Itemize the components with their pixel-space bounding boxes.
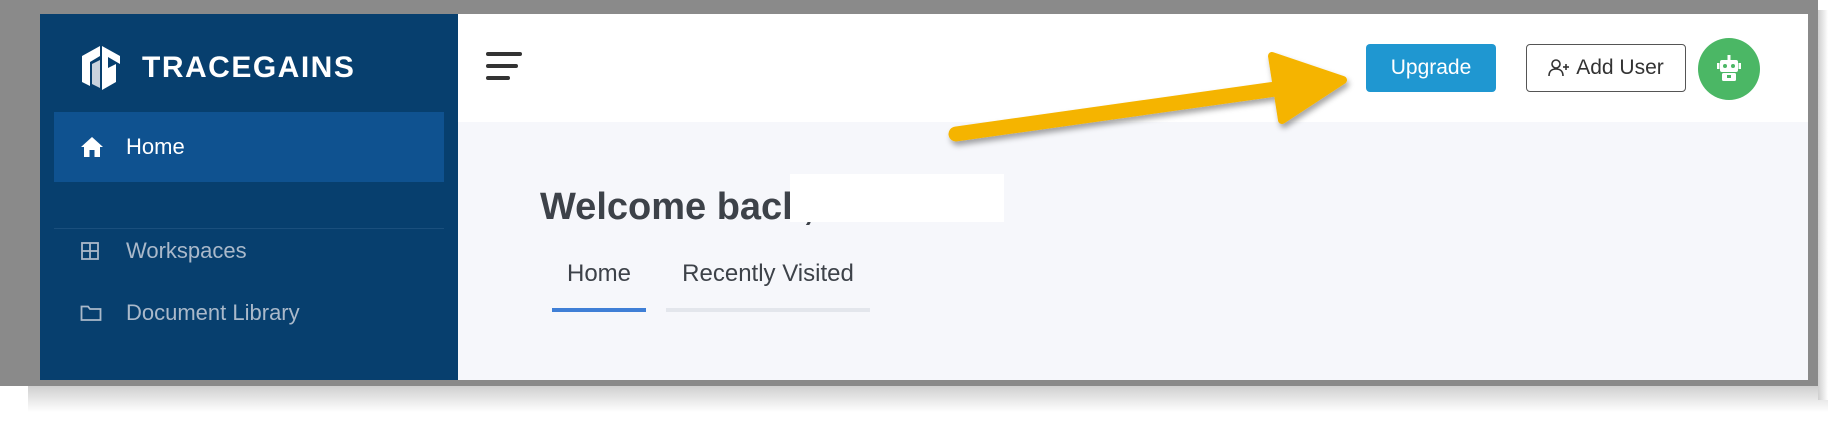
arrow-shape	[948, 52, 1347, 142]
annotation-arrow	[948, 52, 1347, 142]
